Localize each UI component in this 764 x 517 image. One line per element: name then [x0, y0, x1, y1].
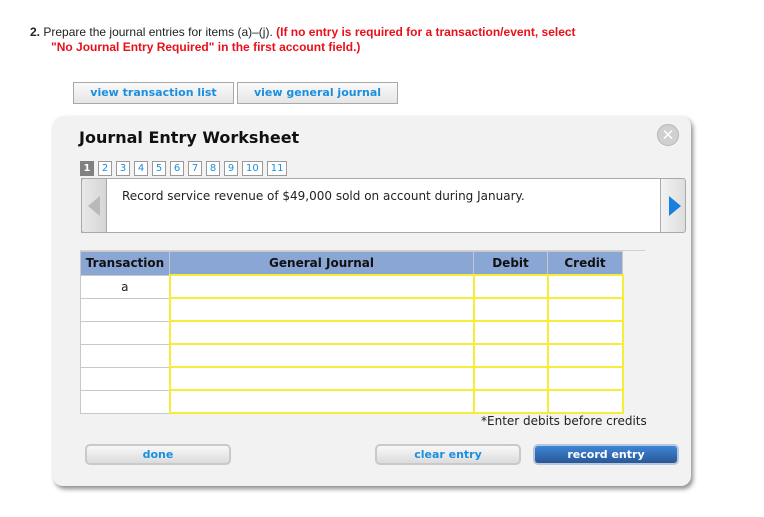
credit-field-cell — [546, 389, 624, 414]
general-journal-account-field-cell — [168, 274, 475, 299]
tab-transaction-1[interactable]: 1 — [80, 161, 94, 176]
general-journal-account-field-cell — [168, 366, 475, 391]
table-row — [80, 297, 624, 322]
question-text: Prepare the journal entries for items (a… — [43, 25, 273, 39]
tab-transaction-4[interactable]: 4 — [134, 161, 148, 176]
header-general-journal: General Journal — [169, 251, 474, 276]
table-row — [80, 389, 624, 414]
credit-field[interactable] — [548, 391, 622, 412]
previous-transaction-button[interactable] — [81, 178, 107, 233]
next-transaction-button[interactable] — [660, 178, 686, 233]
table-row — [80, 343, 624, 368]
debit-field[interactable] — [474, 299, 547, 320]
table-row: a — [80, 274, 624, 299]
question-note-line1: (If no entry is required for a transacti… — [276, 25, 576, 39]
debit-field[interactable] — [474, 368, 547, 389]
record-entry-button[interactable]: record entry — [533, 444, 679, 465]
debit-field-cell — [472, 343, 549, 368]
debit-field[interactable] — [474, 322, 547, 343]
question-number: 2. — [30, 25, 41, 39]
debit-field-cell — [472, 366, 549, 391]
general-journal-account-field-cell — [168, 320, 475, 345]
transaction-cell — [80, 297, 170, 322]
general-journal-account-field[interactable] — [170, 368, 473, 389]
general-journal-account-field-cell — [168, 297, 475, 322]
credit-field-cell — [546, 274, 624, 299]
journal-entry-worksheet: Journal Entry Worksheet ✕ 1 2 3 4 5 6 7 8 9 10 11 … — [53, 116, 691, 486]
worksheet-title: Journal Entry Worksheet — [79, 128, 300, 147]
done-button[interactable]: done — [85, 444, 231, 465]
arrow-right-icon — [669, 196, 681, 216]
debit-field-cell — [472, 297, 549, 322]
tab-transaction-10[interactable]: 10 — [242, 161, 263, 176]
debit-field[interactable] — [474, 276, 547, 297]
header-debit: Debit — [473, 251, 548, 276]
general-journal-account-field[interactable] — [170, 345, 473, 366]
view-general-journal-button[interactable]: view general journal — [237, 82, 398, 104]
transaction-cell — [80, 389, 170, 414]
general-journal-account-field[interactable] — [170, 276, 473, 297]
debit-field-cell — [472, 320, 549, 345]
tab-transaction-3[interactable]: 3 — [116, 161, 130, 176]
credit-field[interactable] — [548, 322, 622, 343]
header-credit: Credit — [547, 251, 623, 276]
transaction-tabs: 1 2 3 4 5 6 7 8 9 10 11 — [80, 161, 288, 176]
journal-entry-table: Transaction General Journal Debit Credit… — [80, 251, 624, 414]
transaction-cell: a — [80, 274, 170, 299]
credit-field-cell — [546, 343, 624, 368]
table-row — [80, 320, 624, 345]
tab-transaction-6[interactable]: 6 — [170, 161, 184, 176]
tab-transaction-8[interactable]: 8 — [206, 161, 220, 176]
debits-before-credits-hint: *Enter debits before credits — [481, 414, 647, 428]
credit-field[interactable] — [548, 368, 622, 389]
general-journal-account-field-cell — [168, 343, 475, 368]
debit-field[interactable] — [474, 345, 547, 366]
tab-transaction-5[interactable]: 5 — [152, 161, 166, 176]
tab-transaction-11[interactable]: 11 — [266, 161, 288, 176]
transaction-description: Record service revenue of $49,000 sold o… — [122, 189, 525, 203]
header-transaction: Transaction — [80, 251, 170, 276]
table-row — [80, 366, 624, 391]
clear-entry-button[interactable]: clear entry — [375, 444, 521, 465]
general-journal-account-field[interactable] — [170, 322, 473, 343]
tab-transaction-9[interactable]: 9 — [224, 161, 238, 176]
transaction-cell — [80, 320, 170, 345]
credit-field[interactable] — [548, 299, 622, 320]
question-note-line2: "No Journal Entry Required" in the first… — [51, 40, 361, 54]
transaction-cell — [80, 343, 170, 368]
transaction-cell — [80, 366, 170, 391]
general-journal-account-field[interactable] — [170, 299, 473, 320]
credit-field-cell — [546, 320, 624, 345]
credit-field[interactable] — [548, 276, 622, 297]
tab-transaction-2[interactable]: 2 — [98, 161, 112, 176]
debit-field-cell — [472, 274, 549, 299]
general-journal-account-field[interactable] — [170, 391, 473, 412]
debit-field-cell — [472, 389, 549, 414]
view-transaction-list-button[interactable]: view transaction list — [73, 82, 234, 104]
credit-field-cell — [546, 366, 624, 391]
question-prompt: 2. Prepare the journal entries for items… — [30, 25, 690, 55]
debit-field[interactable] — [474, 391, 547, 412]
arrow-left-icon — [88, 196, 100, 216]
tab-transaction-7[interactable]: 7 — [188, 161, 202, 176]
general-journal-account-field-cell — [168, 389, 475, 414]
credit-field[interactable] — [548, 345, 622, 366]
credit-field-cell — [546, 297, 624, 322]
close-icon[interactable]: ✕ — [657, 124, 679, 146]
transaction-description-box: Record service revenue of $49,000 sold o… — [81, 178, 686, 233]
